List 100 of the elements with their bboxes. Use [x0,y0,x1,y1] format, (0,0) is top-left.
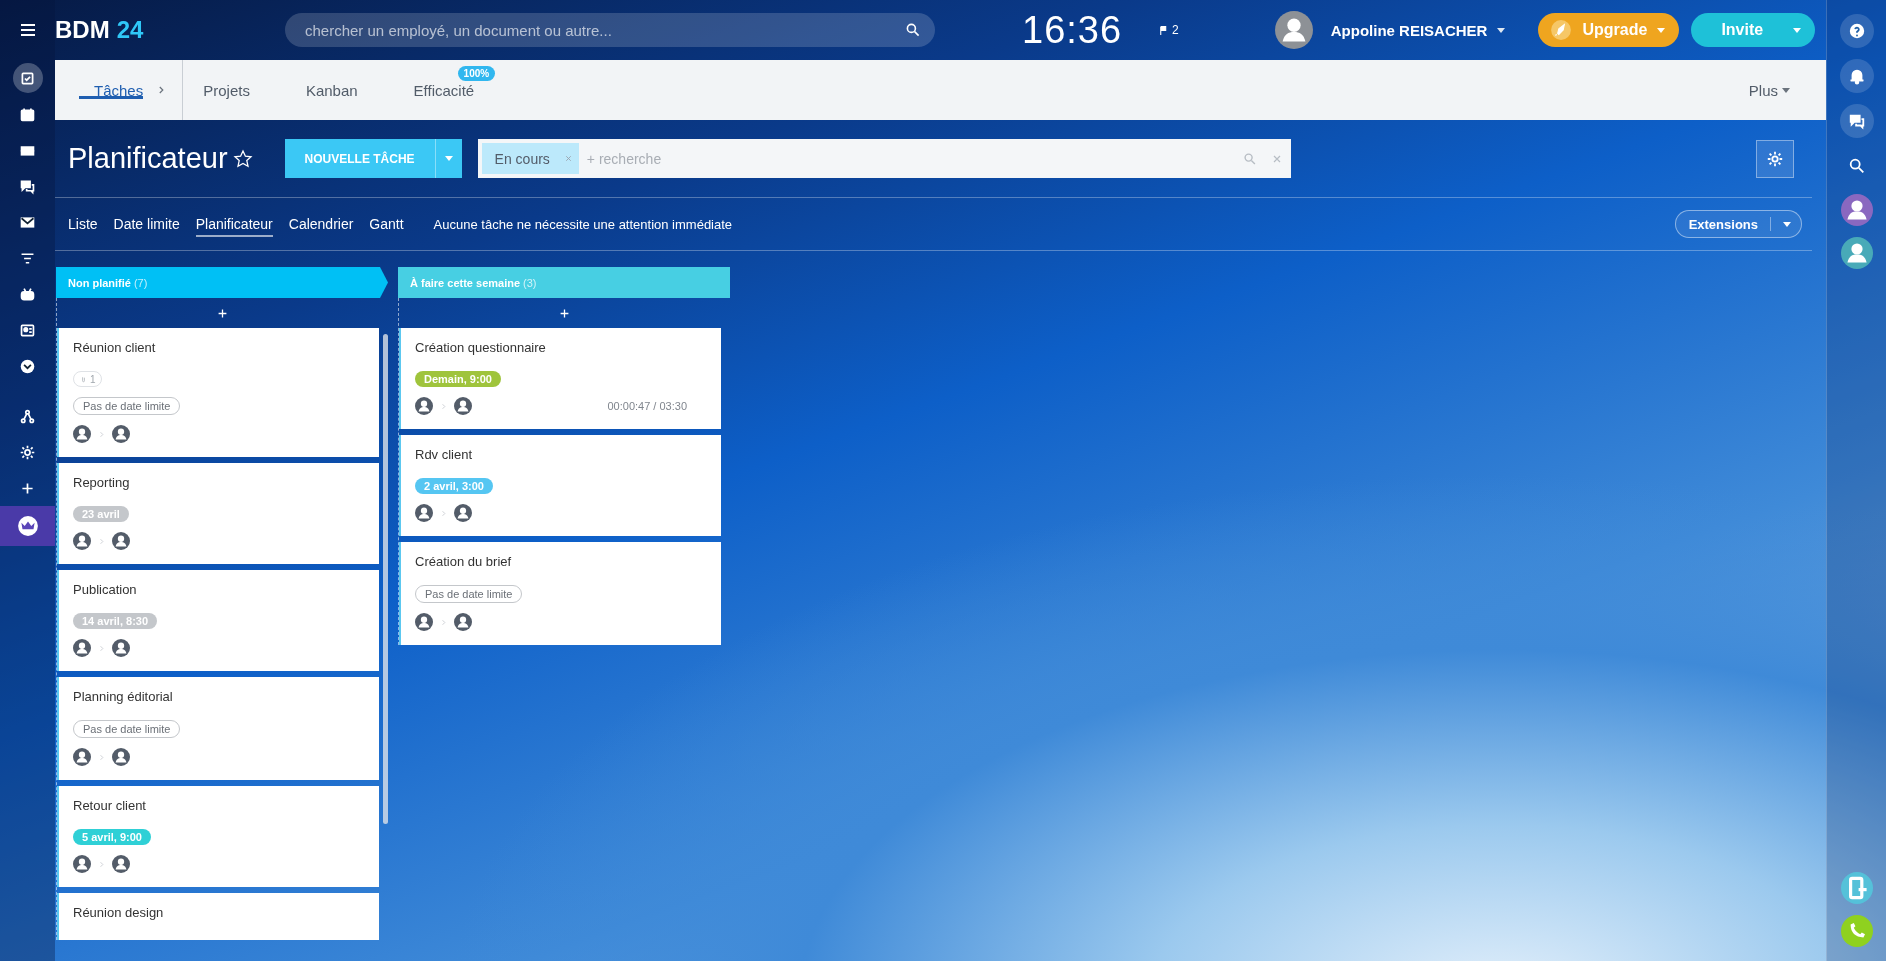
avatar-icon [415,504,433,522]
column-title: Non planifié [68,276,131,289]
logo[interactable]: BDM 24 [55,16,285,44]
close-icon [563,154,573,163]
task-title: Création questionnaire [415,340,547,355]
filter-chip[interactable]: En cours [481,143,579,174]
avatar-icon [73,639,91,657]
task-title: Réunion client [73,340,157,355]
caret-icon [1782,87,1790,93]
caret-icon [1657,27,1666,33]
notice-text: Aucune tâche ne nécessite une attention immédiate [433,216,733,232]
avatar-icon [112,425,130,443]
task-title: Retour client [73,798,147,813]
user-menu[interactable]: Appoline REISACHER [1274,11,1506,49]
avatar-icon [454,613,472,631]
device-button[interactable] [1840,872,1873,904]
column-count: (7) [133,276,148,289]
chevron-right-icon [97,643,106,653]
network-icon [19,407,36,425]
task-title: Publication [73,582,138,597]
search-icon [1847,157,1866,175]
view-tab[interactable]: Calendrier [288,211,354,237]
star-icon [232,148,253,169]
tab[interactable]: Tâches [79,81,144,99]
avatar-icon [415,613,433,631]
paperclip-icon [79,374,88,384]
call-button[interactable] [1840,915,1873,947]
avatar-icon [454,397,472,415]
favorite-button[interactable] [232,148,253,169]
tab[interactable]: Efficacité 100% [413,60,503,120]
view-tab[interactable]: Liste [68,211,98,237]
caret-icon [1783,221,1791,227]
caret-icon [444,156,453,161]
help-icon [1847,22,1866,40]
chat-icon [1847,112,1866,130]
caret-icon [1793,27,1802,33]
avatar-icon [73,855,91,873]
sidebar-item[interactable] [0,506,55,546]
avatar-icon [112,639,130,657]
bell-icon [1847,67,1866,85]
phone-icon [1840,915,1873,947]
chevron-right-icon [97,536,106,546]
chevron-down-icon [19,357,36,375]
help-button[interactable] [1839,14,1874,48]
user-avatar-icon[interactable] [1840,237,1873,269]
task-title: Création du brief [415,554,513,569]
avatar-icon [73,748,91,766]
avatar-icon [454,504,472,522]
settings-button[interactable] [1756,139,1794,178]
view-tab[interactable]: Gantt [369,211,404,237]
extensions-button[interactable]: Extensions [1674,210,1802,238]
phone-icon [1840,872,1873,904]
gear-icon [19,443,36,461]
task-card[interactable]: Publication 14 avril, 8:30 [57,570,379,671]
time-tracker: 00:00:47 / 03:30 [607,400,687,412]
more-menu[interactable]: Plus [1742,60,1796,120]
percent-badge: 100% [457,66,496,81]
clock: 16:36 [1022,8,1123,52]
avatar-icon [112,532,130,550]
view-tab[interactable]: Date limite [113,211,180,237]
robot-icon [19,285,36,303]
chevron-right-icon [97,752,106,762]
chevron-right-icon [97,859,106,869]
task-title: Planning éditorial [73,689,174,704]
task-card[interactable]: Retour client 5 avril, 9:00 [57,786,379,887]
chevron-right-icon [439,617,448,627]
view-tab[interactable]: Planificateur [195,211,273,237]
task-card[interactable]: Création questionnaire Demain, 9:00 00:00:47 / 03:30 [399,328,721,429]
messages-button[interactable] [1839,104,1874,138]
search-icon [1242,151,1257,166]
tab[interactable]: Kanban [305,60,386,120]
task-title: Rdv client [415,447,474,462]
chevron-right-icon [97,429,106,439]
task-card[interactable]: Création du brief Pas de date limite [399,542,721,645]
avatar-icon [415,397,433,415]
task-card[interactable]: Réunion client 1 Pas de date limite [57,328,379,457]
user-avatar-icon [1274,11,1313,49]
chevron-right-icon [439,508,448,518]
caret-icon [1497,27,1506,33]
flag-count: 2 [1172,23,1179,37]
task-card[interactable]: Rdv client 2 avril, 3:00 [399,435,721,536]
user-avatar-icon[interactable] [1840,194,1873,226]
search-icon [905,22,921,38]
column-count: (3) [523,276,537,289]
notifications-button[interactable] [1839,59,1874,93]
tab[interactable]: Projets [203,60,278,120]
avatar-icon [73,532,91,550]
rocket-icon [1550,19,1573,41]
avatar-icon [73,425,91,443]
chevron-right-icon [439,401,448,411]
task-card[interactable]: Réunion design [57,893,379,940]
scrollbar[interactable] [383,334,388,824]
avatar-icon [112,855,130,873]
page-title: Planificateur [68,142,228,175]
task-card[interactable]: Planning éditorial Pas de date limite [57,677,379,780]
task-title: Reporting [73,475,131,490]
filter-field[interactable]: En cours + recherche [477,139,1291,178]
task-card[interactable]: Reporting 23 avril [57,463,379,564]
avatar-icon [112,748,130,766]
settings-icon [1766,149,1784,168]
